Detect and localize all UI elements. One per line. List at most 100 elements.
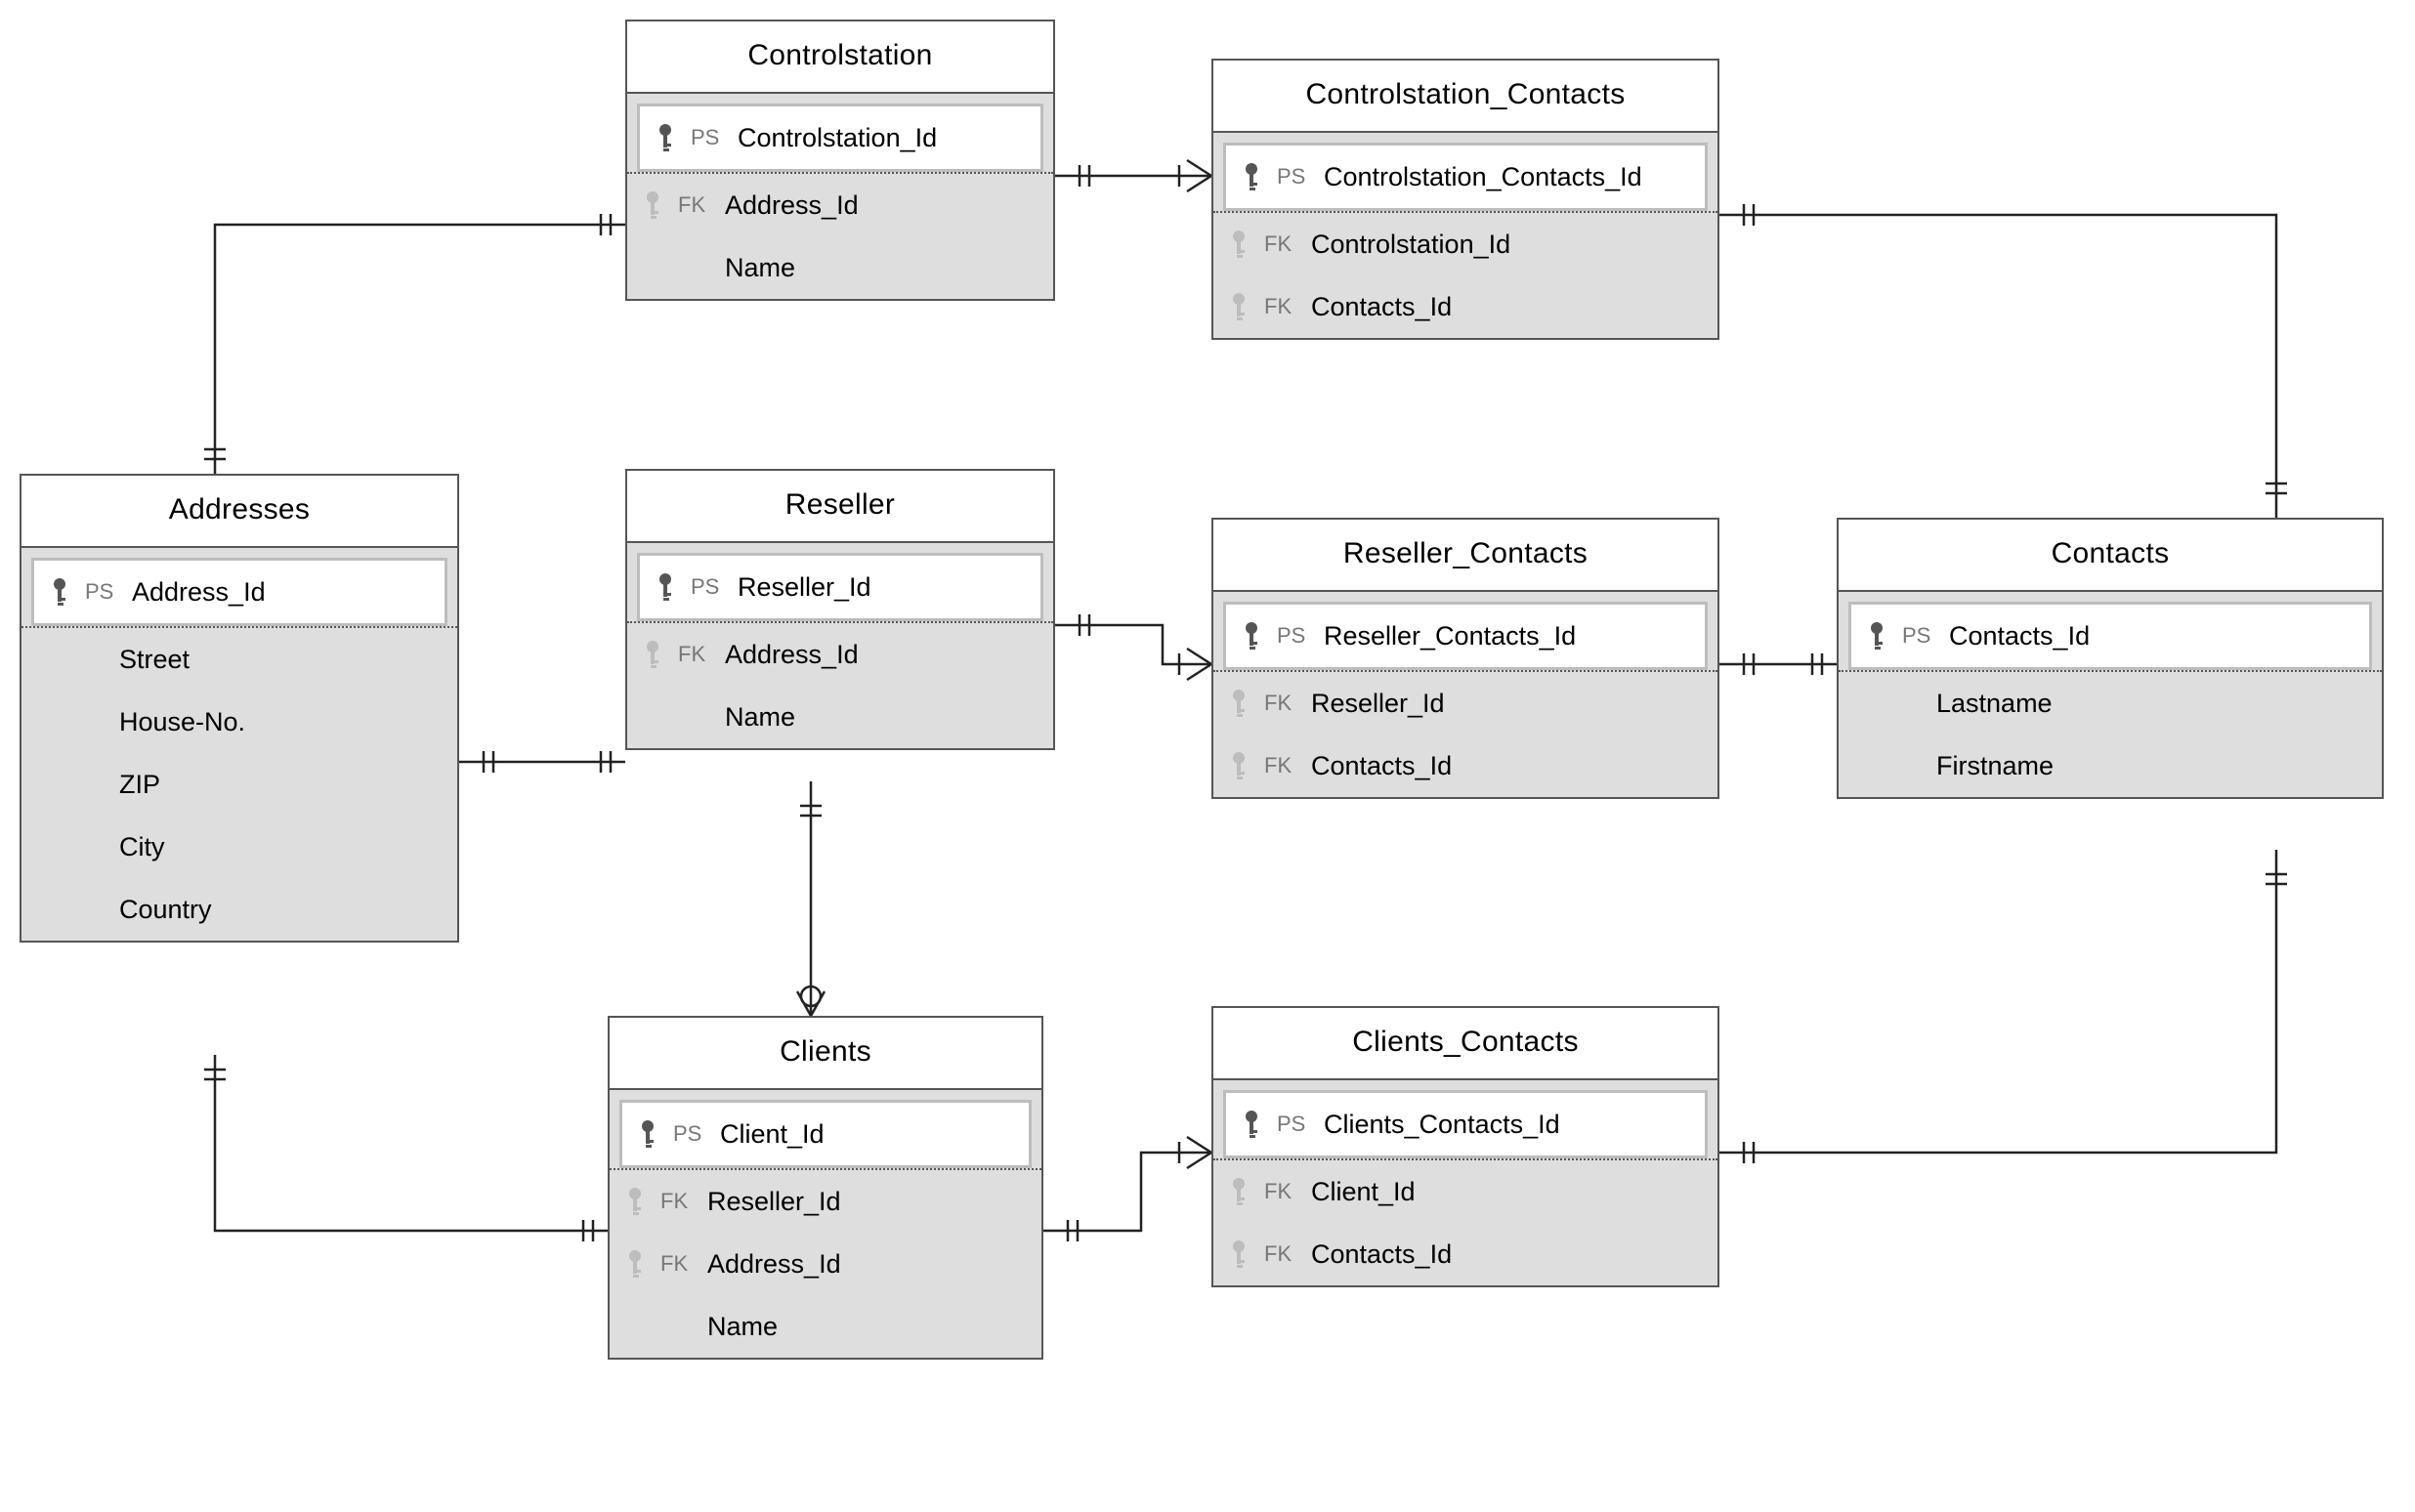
table-row: FK Contacts_Id [1213,275,1717,338]
table-row: PS Contacts_Id [1851,605,2369,667]
column-name: Firstname [1936,751,2368,781]
key-icon [623,1248,647,1280]
entity-title: Contacts [1839,520,2382,592]
column-name: Country [119,895,444,925]
table-row: Name [627,236,1053,299]
key-icon [636,1118,659,1150]
table-row: City [21,816,457,878]
table-row: PS Reseller_Contacts_Id [1226,605,1705,667]
key-type-label: PS [1277,623,1310,649]
column-name: Contacts_Id [1311,751,1704,781]
column-name: Street [119,645,444,675]
table-row: PS Address_Id [34,561,445,623]
column-name: ZIP [119,770,444,800]
key-type-label: FK [660,1189,694,1214]
table-row: PS Reseller_Id [640,556,1040,618]
table-row: Name [627,686,1053,748]
entity-title: Reseller [627,471,1053,543]
table-row: FK Contacts_Id [1213,1223,1717,1285]
table-row: FK Client_Id [1213,1160,1717,1223]
key-icon [1227,291,1250,322]
entity-reseller-contacts[interactable]: Reseller_Contacts PS Reseller_Contacts_I… [1211,518,1719,799]
table-row: FK Address_Id [627,174,1053,236]
key-type-label: FK [1264,753,1297,778]
column-name: Address_Id [132,577,431,608]
column-name: Reseller_Contacts_Id [1324,621,1691,651]
key-type-label: FK [1264,691,1297,716]
table-row: House-No. [21,691,457,753]
key-icon [654,122,677,153]
entity-title: Clients [610,1018,1041,1090]
key-icon [641,189,664,221]
entity-clients-contacts[interactable]: Clients_Contacts PS Clients_Contacts_Id … [1211,1006,1719,1287]
key-icon [1227,229,1250,260]
column-name: Name [707,1312,1028,1342]
column-name: Address_Id [725,640,1039,670]
entity-title: Controlstation_Contacts [1213,61,1717,133]
key-icon [1227,1176,1250,1207]
column-name: Clients_Contacts_Id [1324,1110,1691,1140]
key-icon [1227,688,1250,719]
column-name: House-No. [119,707,444,737]
column-name: Controlstation_Id [738,123,1027,153]
column-name: Name [725,702,1039,733]
key-icon [1227,750,1250,781]
table-row: ZIP [21,753,457,816]
key-type-label: FK [678,642,711,667]
key-icon [1240,161,1263,192]
key-icon [1865,620,1888,651]
column-name: Reseller_Id [1311,689,1704,719]
key-icon [641,639,664,670]
entity-title: Addresses [21,476,457,548]
column-name: Reseller_Id [738,572,1027,603]
table-row: FK Reseller_Id [610,1170,1041,1233]
entity-controlstation[interactable]: Controlstation PS Controlstation_Id FK A… [625,20,1055,301]
entity-title: Controlstation [627,21,1053,94]
table-row: PS Clients_Contacts_Id [1226,1093,1705,1155]
entity-title: Clients_Contacts [1213,1008,1717,1080]
key-icon [1240,620,1263,651]
column-name: Reseller_Id [707,1187,1028,1217]
column-name: Contacts_Id [1949,621,2355,651]
table-row: Firstname [1839,735,2382,797]
column-name: Name [725,253,1039,283]
column-name: Contacts_Id [1311,292,1704,322]
column-name: Controlstation_Contacts_Id [1324,162,1691,192]
key-icon [623,1186,647,1217]
entity-clients[interactable]: Clients PS Client_Id FK Reseller_Id FK A… [608,1016,1043,1360]
table-row: Street [21,628,457,691]
key-icon [48,576,71,608]
key-type-label: PS [1277,1112,1310,1137]
key-type-label: FK [1264,294,1297,319]
key-type-label: FK [1264,231,1297,257]
column-name: Address_Id [707,1249,1028,1280]
entity-reseller[interactable]: Reseller PS Reseller_Id FK Address_Id Na… [625,469,1055,750]
key-type-label: PS [1277,164,1310,189]
entity-controlstation-contacts[interactable]: Controlstation_Contacts PS Controlstatio… [1211,59,1719,340]
table-row: FK Address_Id [610,1233,1041,1295]
table-row: FK Contacts_Id [1213,735,1717,797]
key-type-label: PS [1902,623,1935,649]
table-row: FK Address_Id [627,623,1053,686]
entity-addresses[interactable]: Addresses PS Address_Id Street House-No.… [20,474,459,943]
table-row: PS Client_Id [622,1103,1029,1165]
key-icon [654,571,677,603]
key-type-label: PS [673,1121,706,1147]
column-name: Client_Id [720,1119,1015,1150]
table-row: Country [21,878,457,941]
table-row: FK Controlstation_Id [1213,213,1717,275]
table-row: Lastname [1839,672,2382,735]
column-name: Address_Id [725,190,1039,221]
key-type-label: FK [1264,1241,1297,1267]
column-name: Client_Id [1311,1177,1704,1207]
column-name: Contacts_Id [1311,1239,1704,1270]
key-icon [1240,1109,1263,1140]
key-type-label: PS [691,125,724,150]
table-row: PS Controlstation_Id [640,106,1040,169]
entity-contacts[interactable]: Contacts PS Contacts_Id Lastname Firstna… [1837,518,2384,799]
column-name: Controlstation_Id [1311,230,1704,260]
key-type-label: PS [691,574,724,600]
key-type-label: PS [85,579,118,605]
column-name: City [119,832,444,862]
key-type-label: FK [660,1251,694,1277]
